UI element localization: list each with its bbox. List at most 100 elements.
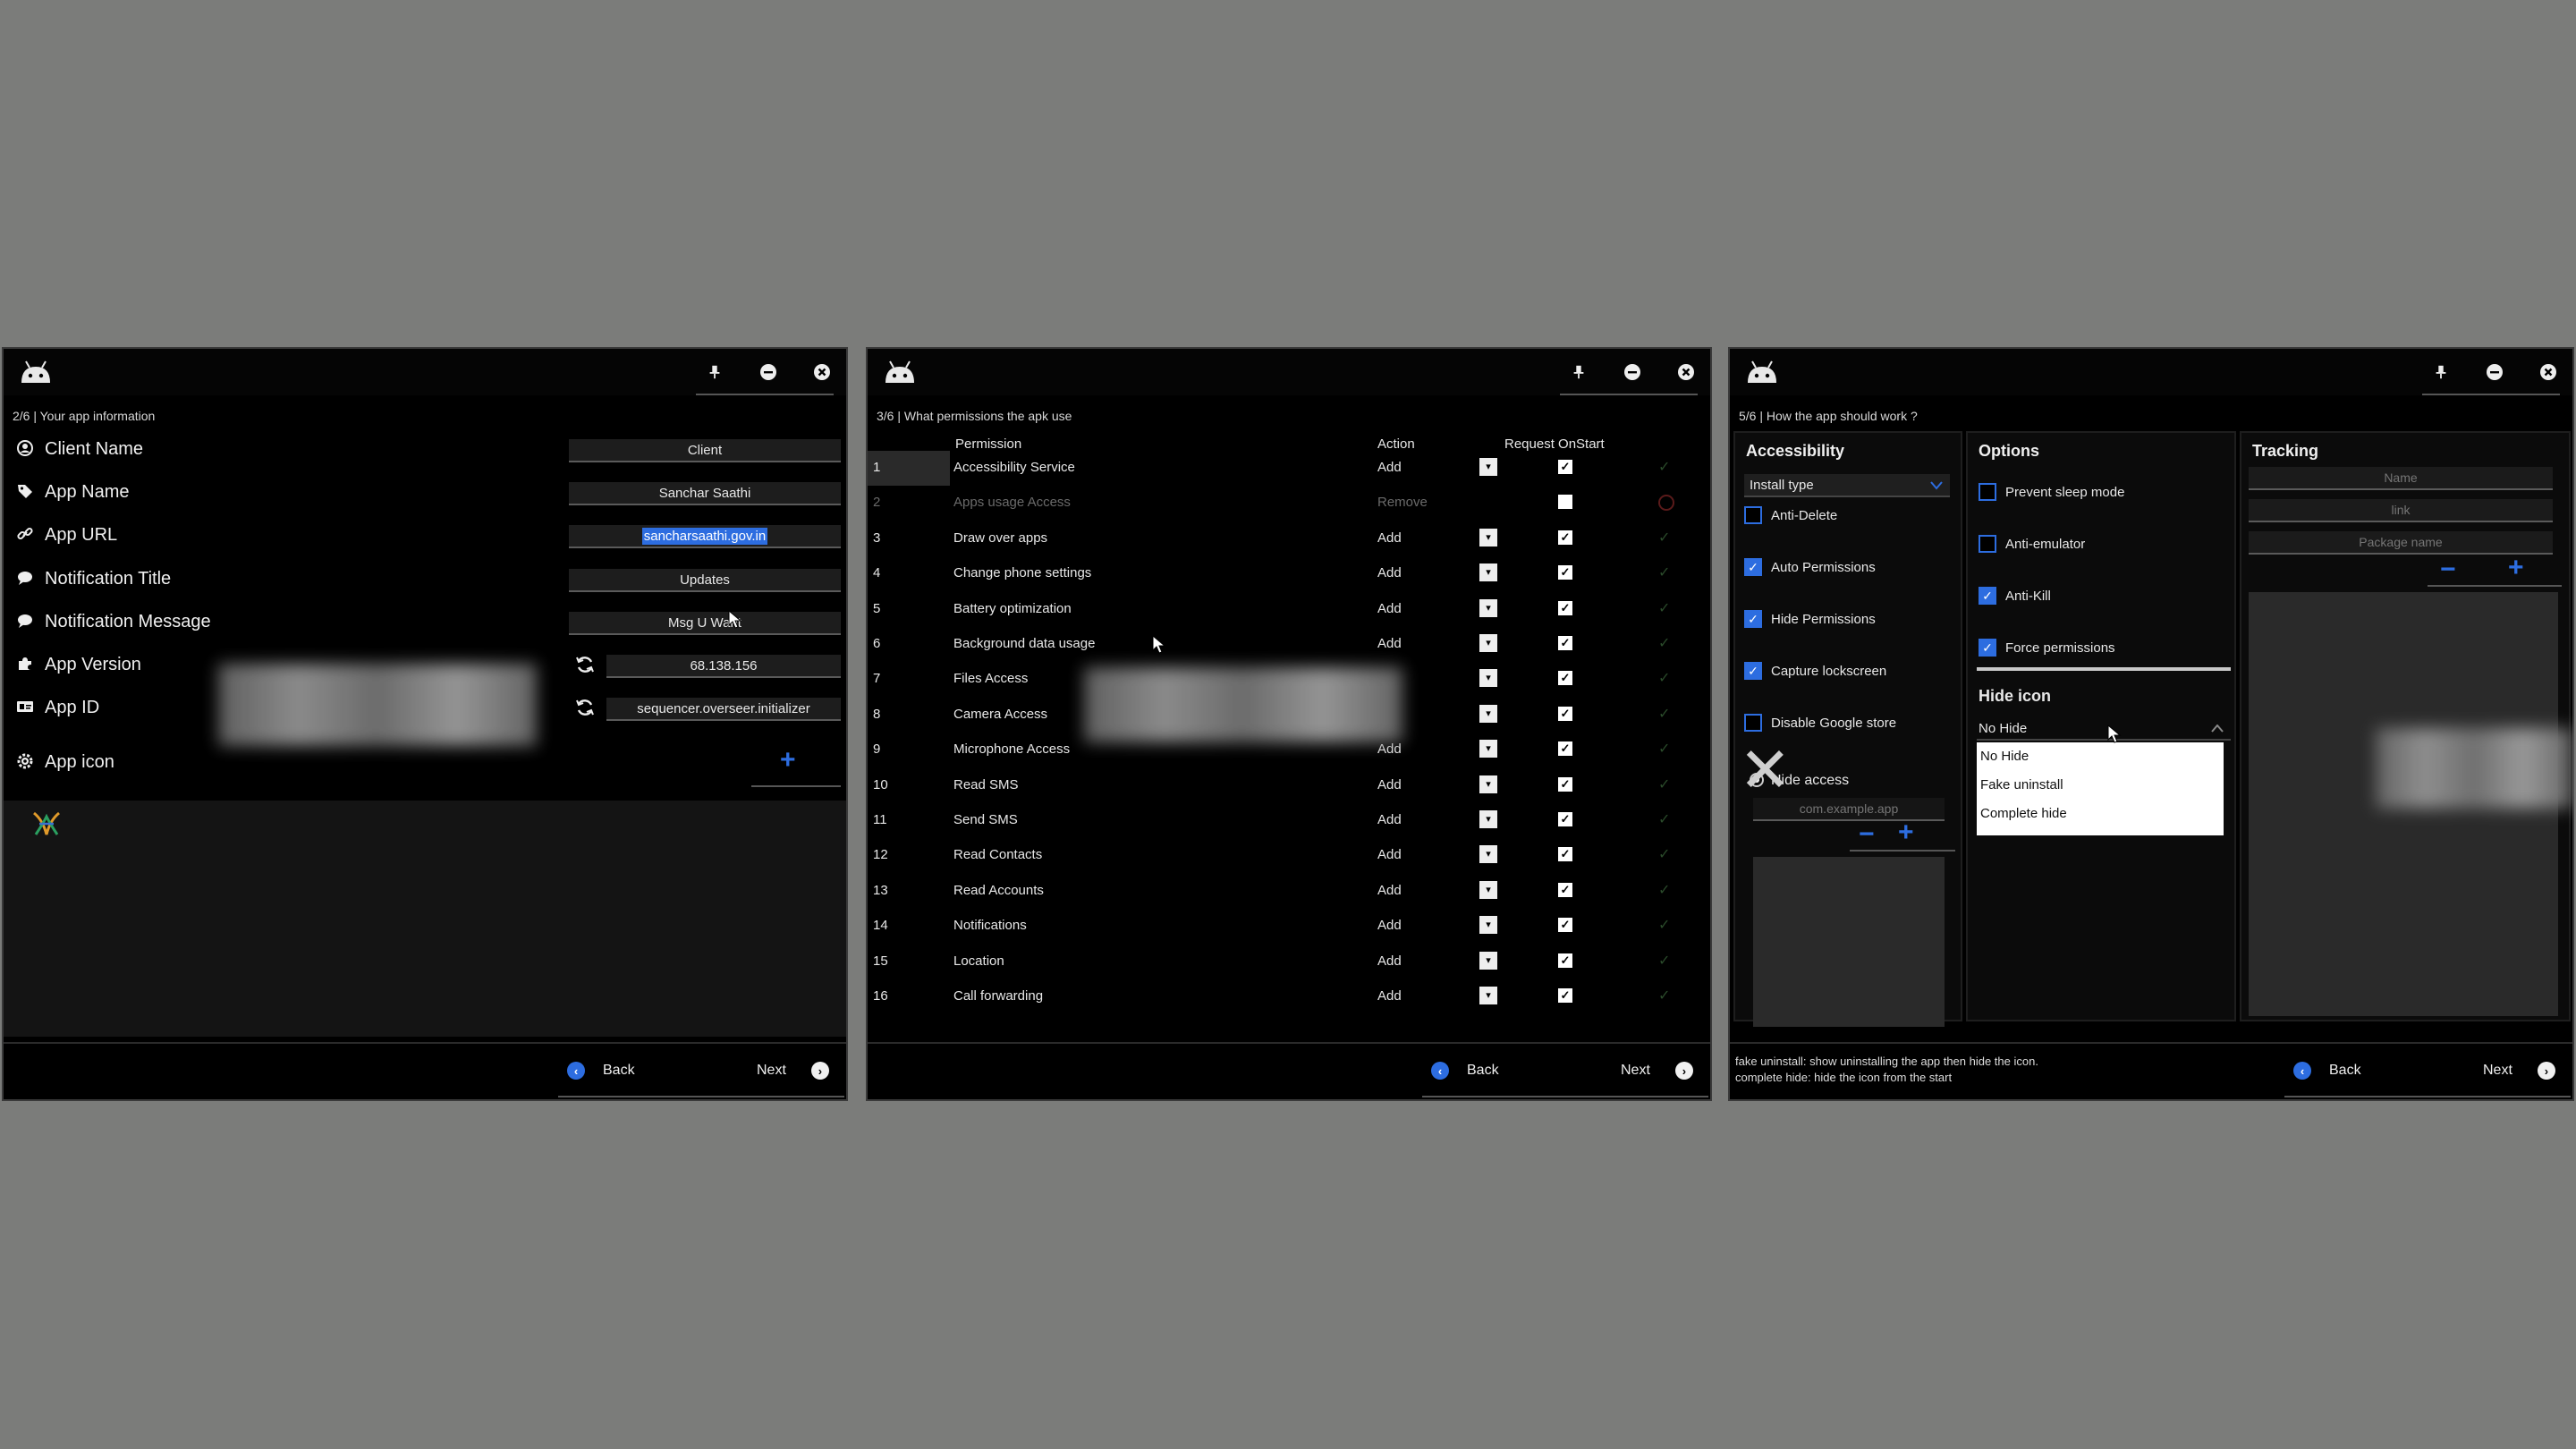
action-dropdown[interactable]: ▾ <box>1479 669 1497 688</box>
remove-tracking-button[interactable]: − <box>2440 556 2456 583</box>
close-icon[interactable] <box>1674 360 1698 384</box>
tracking-name-input[interactable] <box>2249 467 2553 490</box>
permission-action[interactable]: Add <box>1377 636 1402 651</box>
app-version-input[interactable] <box>606 655 841 678</box>
accessibility-option[interactable]: ✓ Auto Permissions <box>1744 558 1876 576</box>
request-onstart-checkbox[interactable]: ✓ <box>1558 530 1572 545</box>
pin-icon[interactable] <box>2429 360 2453 384</box>
hide-access-package-input[interactable] <box>1753 798 1945 821</box>
checkbox[interactable]: ✓ <box>1979 587 1996 605</box>
request-onstart-checkbox[interactable]: ✓ <box>1558 565 1572 580</box>
checkbox[interactable] <box>1744 506 1762 524</box>
notification-title-input[interactable] <box>569 569 841 592</box>
action-dropdown[interactable]: ▾ <box>1479 458 1497 476</box>
add-package-button[interactable]: + <box>1898 819 1914 846</box>
app-name-input[interactable] <box>569 482 841 505</box>
pin-icon[interactable] <box>703 360 726 384</box>
add-tracking-button[interactable]: + <box>2508 555 2524 581</box>
accessibility-option[interactable]: ✓ Hide Permissions <box>1744 610 1876 628</box>
permission-action[interactable]: Add <box>1377 812 1402 827</box>
refresh-version-icon[interactable] <box>574 654 596 680</box>
request-onstart-checkbox[interactable] <box>1558 495 1572 510</box>
request-onstart-checkbox[interactable]: ✓ <box>1558 706 1572 721</box>
accessibility-option[interactable]: ✓ Capture lockscreen <box>1744 662 1886 680</box>
action-dropdown[interactable]: ▾ <box>1479 810 1497 828</box>
action-dropdown[interactable]: ▾ <box>1479 634 1497 652</box>
permission-action[interactable]: Add <box>1377 741 1402 757</box>
next-button[interactable]: Next › <box>757 1062 829 1080</box>
action-dropdown[interactable]: ▾ <box>1479 951 1497 970</box>
close-icon[interactable] <box>2537 360 2560 384</box>
hide-icon-option-fake-uninstall[interactable]: Fake uninstall <box>1977 771 2224 800</box>
client-name-input[interactable] <box>569 439 841 462</box>
request-onstart-checkbox[interactable]: ✓ <box>1558 776 1572 792</box>
back-button[interactable]: ‹ Back <box>2293 1062 2361 1080</box>
permission-action[interactable]: Add <box>1377 530 1402 546</box>
hide-icon-option-complete-hide[interactable]: Complete hide <box>1977 800 2224 828</box>
add-icon-button[interactable]: + <box>780 747 796 774</box>
minimize-icon[interactable] <box>2483 360 2506 384</box>
request-onstart-checkbox[interactable]: ✓ <box>1558 988 1572 1003</box>
app-url-input[interactable]: sancharsaathi.gov.in <box>569 525 841 548</box>
permission-action[interactable]: Add <box>1377 601 1402 616</box>
back-button[interactable]: ‹ Back <box>1431 1062 1499 1080</box>
checkbox[interactable] <box>1979 535 1996 553</box>
options-item[interactable]: ✓ Anti-Kill <box>1979 587 2051 605</box>
checkbox[interactable]: ✓ <box>1744 558 1762 576</box>
permission-action[interactable]: Add <box>1377 847 1402 862</box>
permission-action[interactable]: Add <box>1377 918 1402 933</box>
request-onstart-checkbox[interactable]: ✓ <box>1558 953 1572 968</box>
permission-action[interactable]: Add <box>1377 883 1402 898</box>
action-dropdown[interactable]: ▾ <box>1479 880 1497 899</box>
checkbox[interactable]: ✓ <box>1979 639 1996 657</box>
action-dropdown[interactable]: ▾ <box>1479 845 1497 864</box>
action-dropdown[interactable]: ▾ <box>1479 564 1497 582</box>
action-dropdown[interactable]: ▾ <box>1479 704 1497 723</box>
accessibility-option[interactable]: Anti-Delete <box>1744 506 1837 524</box>
refresh-id-icon[interactable] <box>574 697 596 723</box>
remove-package-button[interactable]: − <box>1859 821 1875 848</box>
options-item[interactable]: ✓ Force permissions <box>1979 639 2115 657</box>
request-onstart-checkbox[interactable]: ✓ <box>1558 741 1572 757</box>
tracking-link-input[interactable] <box>2249 499 2553 522</box>
request-onstart-checkbox[interactable]: ✓ <box>1558 847 1572 862</box>
permission-action[interactable]: Add <box>1377 565 1402 580</box>
action-dropdown[interactable]: ▾ <box>1479 987 1497 1004</box>
next-button[interactable]: Next › <box>1621 1062 1693 1080</box>
tracking-package-input[interactable] <box>2249 531 2553 555</box>
checkbox[interactable] <box>1979 483 1996 501</box>
pin-icon[interactable] <box>1567 360 1590 384</box>
checkbox[interactable]: ✓ <box>1744 662 1762 680</box>
action-dropdown[interactable]: ▾ <box>1479 528 1497 547</box>
permission-action[interactable]: Add <box>1377 777 1402 792</box>
permission-action[interactable]: Remove <box>1377 495 1428 510</box>
hide-icon-option-no-hide[interactable]: No Hide <box>1977 742 2224 771</box>
hide-icon-dropdown[interactable]: No Hide <box>1977 717 2231 741</box>
action-dropdown[interactable]: ▾ <box>1479 775 1497 793</box>
permission-action[interactable]: Add <box>1377 953 1402 969</box>
checkbox[interactable] <box>1744 714 1762 732</box>
request-onstart-checkbox[interactable]: ✓ <box>1558 460 1572 474</box>
install-type-dropdown[interactable]: Install type <box>1744 474 1950 497</box>
request-onstart-checkbox[interactable]: ✓ <box>1558 671 1572 686</box>
hidden-packages-list[interactable] <box>1753 857 1945 1027</box>
options-item[interactable]: Anti-emulator <box>1979 535 2085 553</box>
request-onstart-checkbox[interactable]: ✓ <box>1558 600 1572 615</box>
permission-action[interactable]: Add <box>1377 988 1402 1004</box>
request-onstart-checkbox[interactable]: ✓ <box>1558 636 1572 650</box>
next-button[interactable]: Next › <box>2483 1062 2555 1080</box>
request-onstart-checkbox[interactable]: ✓ <box>1558 918 1572 933</box>
options-item[interactable]: Prevent sleep mode <box>1979 483 2124 501</box>
request-onstart-checkbox[interactable]: ✓ <box>1558 812 1572 826</box>
request-onstart-checkbox[interactable]: ✓ <box>1558 882 1572 897</box>
minimize-icon[interactable] <box>1621 360 1644 384</box>
back-button[interactable]: ‹ Back <box>567 1062 635 1080</box>
action-dropdown[interactable]: ▾ <box>1479 740 1497 758</box>
action-dropdown[interactable]: ▾ <box>1479 598 1497 617</box>
notification-message-input[interactable] <box>569 612 841 635</box>
permission-action[interactable]: Add <box>1377 460 1402 475</box>
close-icon[interactable] <box>810 360 834 384</box>
checkbox[interactable]: ✓ <box>1744 610 1762 628</box>
app-id-input[interactable] <box>606 698 841 721</box>
minimize-icon[interactable] <box>757 360 780 384</box>
